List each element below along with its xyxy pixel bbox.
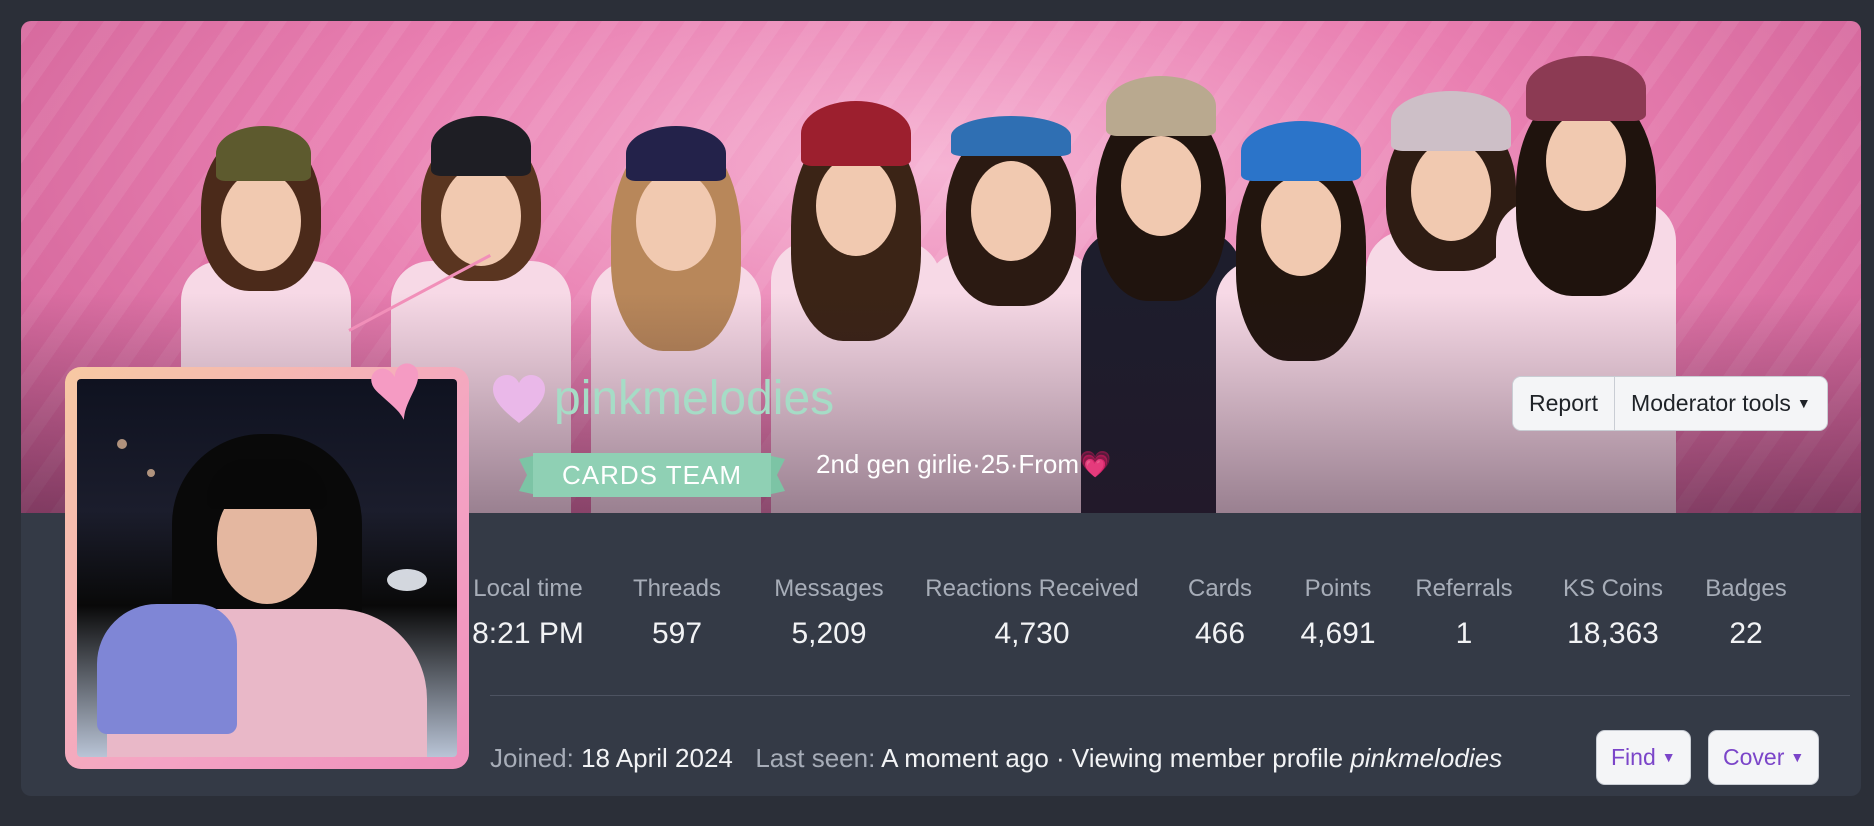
profile-card: ♥ pinkmelodies CARDS TEAM 2nd gen girlie… xyxy=(21,21,1861,796)
stat-value: 8:21 PM xyxy=(472,617,584,650)
divider xyxy=(490,695,1850,696)
username: pinkmelodies xyxy=(554,372,835,425)
stat-label: Local time xyxy=(473,575,583,602)
stat-value: 22 xyxy=(1729,617,1763,650)
stat-value: 466 xyxy=(1194,617,1246,650)
joined-label: Joined: xyxy=(490,743,574,773)
stat-threads[interactable]: Threads 597 xyxy=(624,574,730,654)
moderator-tools-label: Moderator tools xyxy=(1631,390,1791,416)
stat-label: Cards xyxy=(1187,575,1253,602)
stat-label: KS Coins xyxy=(1562,575,1664,602)
last-seen-label: Last seen: xyxy=(755,743,876,773)
caret-down-icon: ▼ xyxy=(1790,749,1805,765)
last-seen-profile-link[interactable]: pinkmelodies xyxy=(1350,743,1502,773)
stat-cards[interactable]: Cards 466 xyxy=(1175,574,1265,654)
stat-value: 597 xyxy=(651,617,703,650)
custom-title: 2nd gen girlie·25·From💗 xyxy=(816,449,1111,480)
stat-value: 4,691 xyxy=(1300,617,1376,650)
caret-down-icon: ▼ xyxy=(1796,395,1811,411)
heart-decoration-icon: ♥ xyxy=(357,328,436,446)
stat-badges[interactable]: Badges 22 xyxy=(1700,574,1792,654)
stat-label: Threads xyxy=(632,575,722,602)
stat-points[interactable]: Points 4,691 xyxy=(1293,574,1383,654)
last-seen-value: A moment ago · Viewing member profile xyxy=(881,743,1344,773)
member-meta: Joined: 18 April 2024 Last seen: A momen… xyxy=(490,743,1502,774)
member-stats: Local time 8:21 PM Threads 597 Messages … xyxy=(469,574,1861,660)
joined-date: 18 April 2024 xyxy=(581,743,733,773)
cover-label: Cover xyxy=(1723,744,1785,770)
user-title: CARDS TEAM xyxy=(562,460,742,490)
stat-label: Referrals xyxy=(1415,575,1513,602)
stat-referrals[interactable]: Referrals 1 xyxy=(1411,574,1517,654)
stat-label: Points xyxy=(1304,575,1372,602)
stat-label: Reactions Received xyxy=(925,575,1139,602)
stat-value: 5,209 xyxy=(791,617,867,650)
pink-heart-icon: 💗 xyxy=(1079,449,1112,479)
stat-value: 1 xyxy=(1455,617,1473,650)
stat-label: Badges xyxy=(1705,575,1787,602)
tagline-text: 2nd gen girlie·25·From xyxy=(816,449,1080,479)
heart-icon xyxy=(493,375,545,423)
find-button[interactable]: Find ▼ xyxy=(1596,730,1691,785)
stat-messages[interactable]: Messages 5,209 xyxy=(771,574,887,654)
stat-value: 18,363 xyxy=(1567,617,1659,650)
stat-reactions-received[interactable]: Reactions Received 4,730 xyxy=(924,574,1140,654)
stat-ks-coins[interactable]: KS Coins 18,363 xyxy=(1559,574,1667,654)
stat-local-time: Local time 8:21 PM xyxy=(469,574,587,654)
find-label: Find xyxy=(1611,744,1656,770)
caret-down-icon: ▼ xyxy=(1661,749,1676,765)
report-button[interactable]: Report xyxy=(1513,377,1615,430)
stat-label: Messages xyxy=(774,575,884,602)
moderator-tools-button[interactable]: Moderator tools ▼ xyxy=(1614,377,1827,430)
cover-button[interactable]: Cover ▼ xyxy=(1708,730,1820,785)
profile-actions: Report Moderator tools ▼ xyxy=(1512,376,1828,431)
stat-value: 4,730 xyxy=(994,617,1070,650)
